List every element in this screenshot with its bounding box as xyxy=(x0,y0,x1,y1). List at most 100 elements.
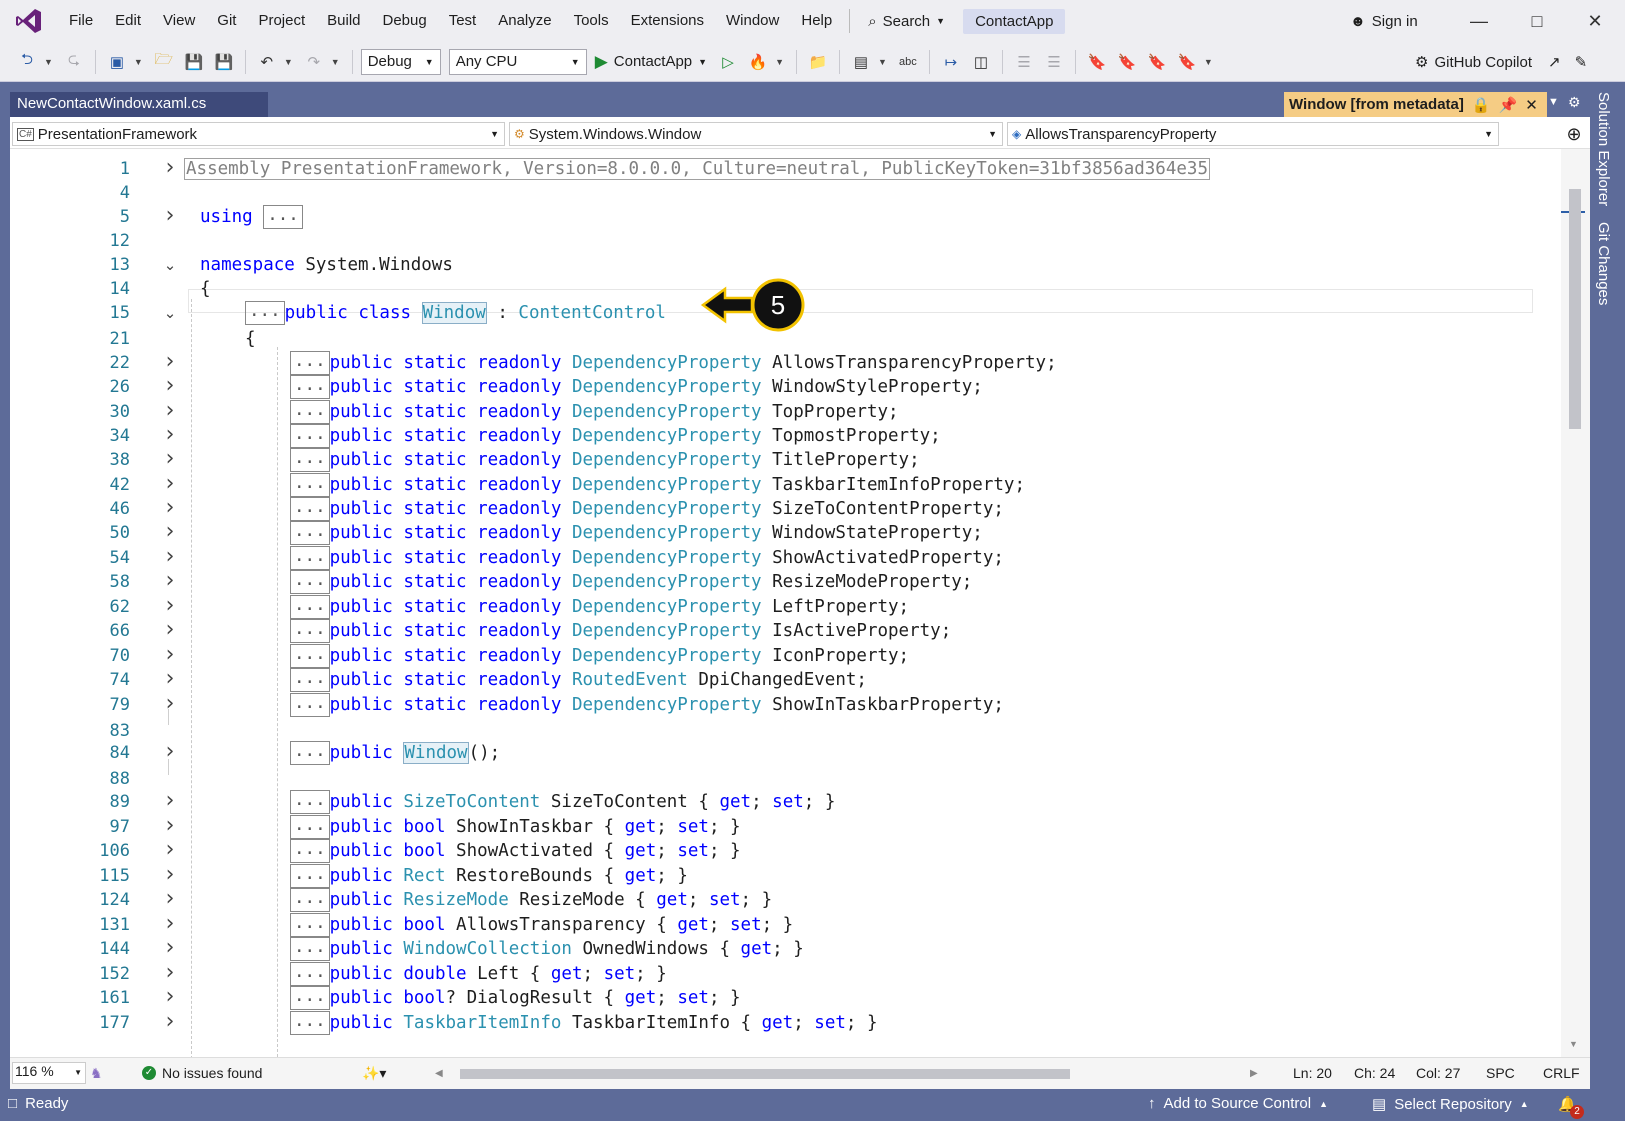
expand-chevron-icon[interactable]: › xyxy=(160,521,180,543)
menu-item-file[interactable]: File xyxy=(58,0,104,42)
expand-chevron-icon[interactable]: › xyxy=(160,644,180,666)
solution-name[interactable]: ContactApp xyxy=(963,8,1066,34)
share-icon[interactable]: ↗ xyxy=(1548,53,1561,71)
gear-icon[interactable]: ⚙ xyxy=(1568,94,1581,111)
expand-chevron-icon[interactable]: › xyxy=(160,693,180,715)
code-line[interactable]: 1 › Assembly PresentationFramework, Versio… xyxy=(10,157,1561,181)
expand-chevron-icon[interactable]: › xyxy=(160,937,180,959)
save-icon[interactable]: 💾 xyxy=(181,49,207,75)
code-line[interactable]: 89 ›... public SizeToContent SizeToContent… xyxy=(10,790,1561,814)
expand-chevron-icon[interactable]: › xyxy=(160,913,180,935)
next-bookmark-icon[interactable]: 🔖 xyxy=(1144,49,1170,75)
copilot-status-icon[interactable]: ♞ xyxy=(90,1065,103,1082)
prev-bookmark-icon[interactable]: 🔖 xyxy=(1114,49,1140,75)
code-line[interactable]: 79 ›... public static readonly DependencyP… xyxy=(10,693,1561,717)
char-indicator[interactable]: Ch: 24 xyxy=(1354,1065,1395,1081)
expand-chevron-icon[interactable]: › xyxy=(160,351,180,373)
close-tab-icon[interactable]: ✕ xyxy=(1525,96,1538,114)
menu-item-build[interactable]: Build xyxy=(316,0,371,42)
code-line[interactable]: 144 ›... public WindowCollection OwnedWind… xyxy=(10,937,1561,961)
tab-list-dropdown-icon[interactable]: ▼ xyxy=(1548,96,1559,108)
new-project-icon[interactable]: ▣ xyxy=(104,49,130,75)
type-select[interactable]: ⚙ System.Windows.Window ▼ xyxy=(509,122,1003,146)
forward-icon[interactable]: ⮎ xyxy=(61,49,87,75)
code-line[interactable]: 124 ›... public ResizeMode ResizeMode { ge… xyxy=(10,888,1561,912)
code-line[interactable]: 131 › ... public bool AllowsTransparency { … xyxy=(10,913,1561,937)
code-line[interactable]: 58 ›... public static readonly DependencyP… xyxy=(10,570,1561,594)
code-line[interactable]: 74 ›... public static readonly RoutedEvent… xyxy=(10,668,1561,692)
code-line[interactable]: 115 ›... public Rect RestoreBounds { get; … xyxy=(10,864,1561,888)
code-line[interactable]: 152 ›... public double Left { get; set; } xyxy=(10,962,1561,986)
collapsed-region-button[interactable]: ... xyxy=(290,962,330,986)
code-line[interactable]: 4 xyxy=(10,181,1561,205)
expand-chevron-icon[interactable]: › xyxy=(160,619,180,641)
vertical-scrollbar[interactable]: ▼ xyxy=(1561,149,1590,1057)
save-all-icon[interactable]: 💾 xyxy=(211,49,237,75)
expand-chevron-icon[interactable]: › xyxy=(160,595,180,617)
expand-chevron-icon[interactable]: › xyxy=(160,424,180,446)
search-button[interactable]: ⌕ Search ▼ xyxy=(856,13,957,30)
collapsed-region-button[interactable]: ... xyxy=(290,448,330,472)
pin-icon[interactable]: 📌 xyxy=(1499,96,1518,114)
code-line[interactable]: 30 ›... public static readonly DependencyP… xyxy=(10,400,1561,424)
collapsed-region-button[interactable]: ... xyxy=(290,815,330,839)
code-line[interactable]: 22 ›... public static readonly DependencyP… xyxy=(10,351,1561,375)
collapsed-region-button[interactable]: ... xyxy=(290,937,330,961)
code-line[interactable]: 83 xyxy=(10,719,1561,743)
expand-chevron-icon[interactable]: › xyxy=(160,815,180,837)
code-line[interactable]: 50 ›... public static readonly DependencyP… xyxy=(10,521,1561,545)
collapsed-region-button[interactable]: ... xyxy=(290,424,330,448)
code-token[interactable]: Window xyxy=(421,302,487,324)
add-to-source-control-button[interactable]: ↑ Add to Source Control ▲ xyxy=(1148,1095,1328,1112)
expand-chevron-icon[interactable]: › xyxy=(160,741,180,763)
notifications-button[interactable]: 🔔 2 xyxy=(1558,1095,1584,1119)
collapsed-region-button[interactable]: ... xyxy=(290,741,330,765)
expand-chevron-icon[interactable]: › xyxy=(160,888,180,910)
back-icon[interactable]: ⮌ xyxy=(14,49,40,75)
menu-item-project[interactable]: Project xyxy=(247,0,316,42)
comment-icon[interactable]: ☰ xyxy=(1011,49,1037,75)
menu-item-analyze[interactable]: Analyze xyxy=(487,0,562,42)
expand-chevron-icon[interactable]: › xyxy=(160,473,180,495)
collapsed-region-button[interactable]: ... xyxy=(290,790,330,814)
collapse-chevron-icon[interactable]: ⌄ xyxy=(160,253,180,277)
project-select[interactable]: C# PresentationFramework ▼ xyxy=(12,122,505,146)
layout-icon[interactable]: ▤ xyxy=(848,49,874,75)
zoom-select[interactable]: 116 % ▼ xyxy=(12,1062,86,1084)
expand-chevron-icon[interactable]: › xyxy=(160,1011,180,1033)
collapsed-region-button[interactable]: ... xyxy=(290,693,330,717)
menu-item-edit[interactable]: Edit xyxy=(104,0,152,42)
expand-chevron-icon[interactable]: › xyxy=(160,448,180,470)
chevron-down-icon[interactable]: ▼ xyxy=(878,57,887,67)
code-line[interactable]: 88 xyxy=(10,767,1561,791)
sign-in-button[interactable]: ☻ Sign in xyxy=(1350,0,1418,42)
code-line[interactable]: 161 ›... public bool? DialogResult { get; … xyxy=(10,986,1561,1010)
menu-item-test[interactable]: Test xyxy=(438,0,488,42)
chevron-down-icon[interactable]: ▼ xyxy=(134,57,143,67)
menu-item-git[interactable]: Git xyxy=(206,0,247,42)
scroll-left-icon[interactable]: ◀ xyxy=(435,1068,443,1079)
line-ending-indicator[interactable]: CRLF xyxy=(1543,1065,1580,1081)
line-indicator[interactable]: Ln: 20 xyxy=(1293,1065,1332,1081)
hot-reload-icon[interactable]: 🔥 xyxy=(745,49,771,75)
start-debugging-button[interactable]: ▶ ContactApp ▼ xyxy=(591,52,711,72)
collapsed-region-button[interactable]: ... xyxy=(290,864,330,888)
code-line[interactable]: 34 ›... public static readonly DependencyP… xyxy=(10,424,1561,448)
expand-chevron-icon[interactable]: › xyxy=(160,570,180,592)
menu-item-help[interactable]: Help xyxy=(790,0,843,42)
chevron-down-icon[interactable]: ▼ xyxy=(44,57,53,67)
collapsed-region-button[interactable]: ... xyxy=(290,521,330,545)
expand-chevron-icon[interactable]: › xyxy=(160,205,180,227)
code-token[interactable]: Window xyxy=(403,742,469,764)
chevron-down-icon[interactable]: ▼ xyxy=(775,57,784,67)
assembly-header[interactable]: Assembly PresentationFramework, Version=… xyxy=(184,158,1210,180)
collapsed-region-button[interactable]: ... xyxy=(290,888,330,912)
code-editor[interactable]: 1 › Assembly PresentationFramework, Versio… xyxy=(10,149,1561,1057)
menu-item-debug[interactable]: Debug xyxy=(372,0,438,42)
github-copilot-button[interactable]: ⚙ GitHub Copilot ↗ ✎ xyxy=(1415,42,1587,82)
redo-icon[interactable]: ↷ xyxy=(301,49,327,75)
collapsed-region-button[interactable]: ... xyxy=(290,839,330,863)
tab-newcontactwindow[interactable]: NewContactWindow.xaml.cs xyxy=(10,92,268,117)
step-icon[interactable]: ↦ xyxy=(938,49,964,75)
expand-chevron-icon[interactable]: › xyxy=(160,962,180,984)
